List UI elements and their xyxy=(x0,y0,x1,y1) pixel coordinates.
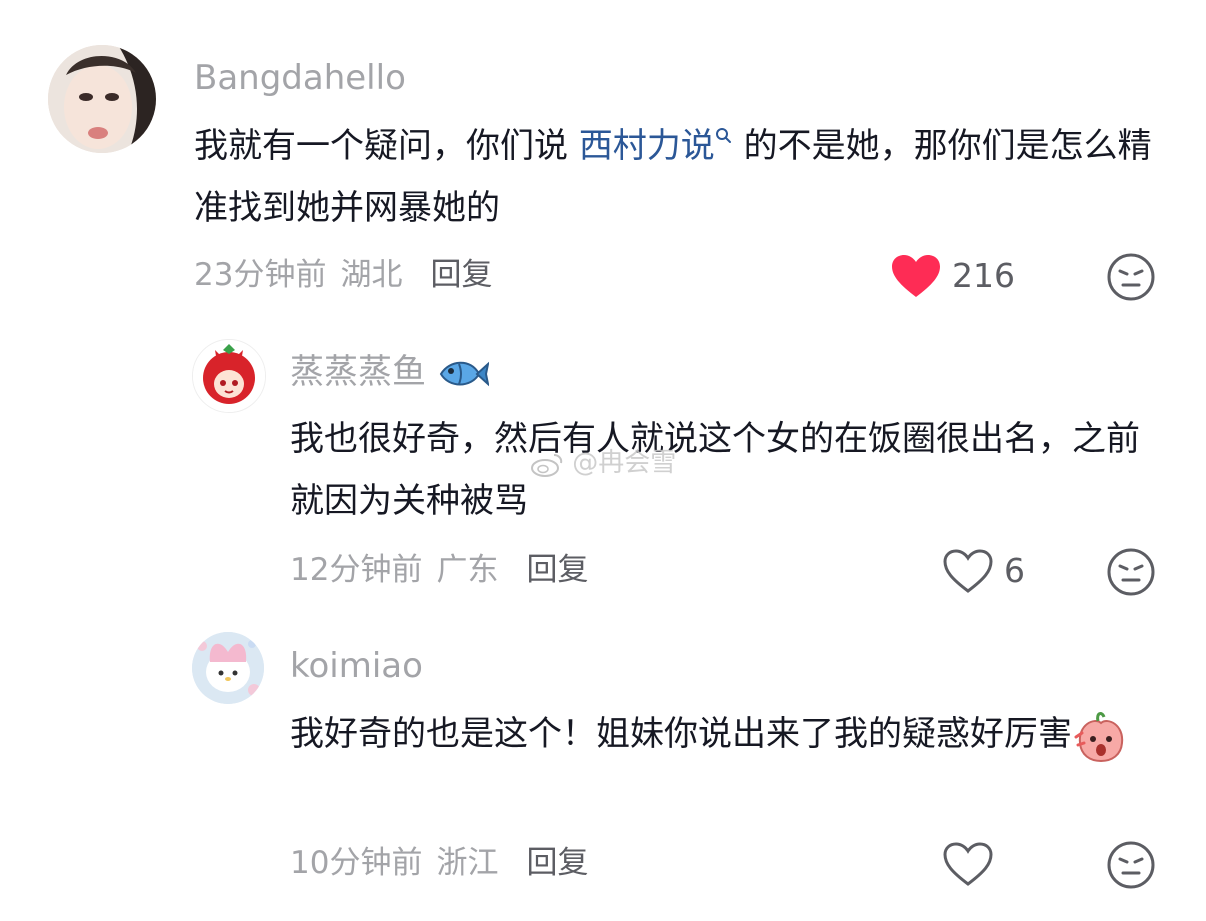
dislike-face-icon[interactable] xyxy=(1106,547,1156,597)
heart-filled-icon xyxy=(892,255,940,297)
weibo-logo-icon xyxy=(531,453,563,477)
location: 广东 xyxy=(436,552,499,588)
search-link[interactable]: 西村力说 xyxy=(579,126,733,166)
like-count: 216 xyxy=(952,256,1015,295)
avatar-image xyxy=(48,45,156,153)
comment-text: 我就有一个疑问，你们说 西村力说 的不是她，那你们是怎么精准找到她并网暴她的 xyxy=(194,115,1164,239)
heart-outline-icon xyxy=(943,549,993,593)
like-button[interactable]: 216 xyxy=(890,253,1015,299)
avatar-image xyxy=(193,340,265,412)
search-icon xyxy=(715,128,731,143)
surprised-peach-icon xyxy=(1074,711,1124,762)
username[interactable]: Bangdahello xyxy=(194,58,406,98)
reply-button[interactable]: 回复 xyxy=(430,257,492,293)
like-count: 6 xyxy=(1004,551,1025,590)
dislike-face-icon[interactable] xyxy=(1106,840,1156,890)
comment-text: 我好奇的也是这个！姐妹你说出来了我的疑惑好厉害 xyxy=(290,703,1140,765)
watermark-text: @冉会雪 xyxy=(572,448,677,478)
location: 浙江 xyxy=(436,845,499,881)
search-link-text: 西村力说 xyxy=(578,126,715,166)
comment-text-body: 我好奇的也是这个！姐妹你说出来了我的疑惑好厉害 xyxy=(290,714,1072,754)
avatar-koimiao[interactable] xyxy=(192,632,264,704)
dislike-face-icon[interactable] xyxy=(1106,252,1156,302)
avatar-zhengyu[interactable] xyxy=(192,339,266,413)
comment-text-prefix: 我就有一个疑问，你们说 xyxy=(194,126,579,166)
username[interactable]: 蒸蒸蒸鱼 xyxy=(290,352,490,392)
avatar-bangdahello[interactable] xyxy=(48,45,156,153)
comment-meta: 12分钟前 广东 回复 xyxy=(290,550,588,590)
reply-button[interactable]: 回复 xyxy=(526,552,588,588)
timestamp: 12分钟前 xyxy=(290,552,423,588)
reply-button[interactable]: 回复 xyxy=(526,845,588,881)
timestamp: 10分钟前 xyxy=(290,845,423,881)
username-text: 蒸蒸蒸鱼 xyxy=(290,352,426,392)
comment-meta: 23分钟前 湖北 回复 xyxy=(194,255,492,295)
like-button[interactable] xyxy=(942,841,994,887)
timestamp: 23分钟前 xyxy=(194,257,327,293)
comment-text: 我也很好奇，然后有人就说这个女的在饭圈很出名，之前就因为关种被骂 xyxy=(290,419,1140,521)
username[interactable]: koimiao xyxy=(290,646,423,686)
fish-icon xyxy=(439,360,490,387)
like-button[interactable]: 6 xyxy=(942,548,1025,594)
watermark: @冉会雪 xyxy=(530,446,676,480)
comment-meta: 10分钟前 浙江 回复 xyxy=(290,843,588,883)
heart-outline-icon xyxy=(943,842,993,886)
location: 湖北 xyxy=(340,257,403,293)
avatar-image xyxy=(192,632,264,704)
